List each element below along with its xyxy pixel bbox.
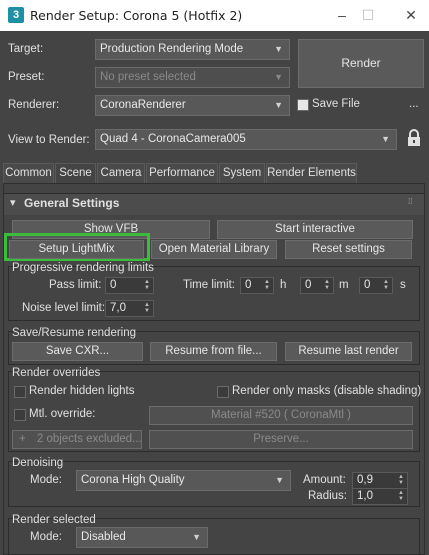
start-interactive-button[interactable]: Start interactive	[217, 220, 413, 239]
denoising-mode-value: Corona High Quality	[81, 474, 185, 486]
tab-camera[interactable]: Camera	[97, 163, 145, 183]
preserve-button[interactable]: Preserve...	[149, 430, 413, 449]
noise-limit-label: Noise level limit:	[22, 302, 106, 314]
render-overrides-title: Render overrides	[12, 367, 101, 379]
tab-render-elements[interactable]: Render Elements	[266, 163, 357, 183]
preset-value: No preset selected	[100, 71, 196, 83]
chevron-down-icon: ▼	[381, 134, 390, 144]
spinner-arrows-icon[interactable]: ▲ ▼	[144, 302, 150, 314]
preset-dropdown[interactable]: No preset selected ▼	[95, 67, 290, 88]
radius-spinner[interactable]: 1,0 ▲ ▼	[352, 488, 408, 505]
render-selected-title: Render selected	[12, 514, 96, 526]
hours-value: 0	[245, 279, 252, 291]
progressive-limits-title: Progressive rendering limits	[12, 262, 154, 274]
render-selected-mode-dropdown[interactable]: Disabled ▼	[76, 527, 208, 548]
chevron-down-icon: ▼	[274, 44, 283, 54]
tab-common[interactable]: Common	[3, 163, 54, 183]
target-label: Target:	[8, 43, 44, 55]
chevron-down-icon: ▼	[192, 532, 201, 542]
minutes-unit: m	[339, 279, 349, 291]
renderer-dropdown[interactable]: CoronaRenderer ▼	[95, 95, 290, 116]
close-button[interactable]: ✕	[399, 4, 423, 26]
denoising-title: Denoising	[12, 457, 64, 469]
render-selected-mode-label: Mode:	[30, 531, 62, 543]
render-button[interactable]: Render	[298, 39, 424, 88]
spinner-arrows-icon[interactable]: ▲ ▼	[398, 474, 404, 486]
excluded-objects-label: 2 objects excluded...	[36, 433, 142, 445]
denoising-mode-dropdown[interactable]: Corona High Quality ▼	[76, 470, 291, 491]
resume-last-render-button[interactable]: Resume last render	[285, 342, 412, 361]
drag-handle-icon[interactable]: ⁞⁞	[408, 197, 412, 206]
denoising-mode-label: Mode:	[30, 474, 62, 486]
render-selected-mode-value: Disabled	[81, 531, 126, 543]
minutes-spinner[interactable]: 0 ▲ ▼	[300, 277, 334, 294]
tab-performance[interactable]: Performance	[146, 163, 218, 183]
minutes-value: 0	[305, 279, 312, 291]
seconds-unit: s	[400, 279, 406, 291]
open-material-library-button[interactable]: Open Material Library	[151, 240, 277, 259]
render-only-masks-label: Render only masks (disable shading)	[232, 385, 422, 397]
target-value: Production Rendering Mode	[100, 43, 244, 55]
excluded-objects-button[interactable]: + 2 objects excluded...	[12, 430, 142, 449]
reset-settings-button[interactable]: Reset settings	[285, 240, 412, 259]
renderer-value: CoronaRenderer	[100, 99, 186, 111]
noise-limit-value: 7,0	[110, 302, 126, 314]
hours-spinner[interactable]: 0 ▲ ▼	[240, 277, 274, 294]
more-button[interactable]: ...	[409, 98, 419, 110]
tab-scene[interactable]: Scene	[55, 163, 96, 183]
maximize-button[interactable]: ☐	[356, 4, 380, 26]
window-title: Render Setup: Corona 5 (Hotfix 2)	[30, 8, 243, 23]
mtl-override-label: Mtl. override:	[29, 408, 96, 420]
spinner-arrows-icon[interactable]: ▲ ▼	[264, 279, 270, 291]
chevron-down-icon: ▼	[274, 100, 283, 110]
seconds-value: 0	[364, 279, 371, 291]
spinner-arrows-icon[interactable]: ▲ ▼	[324, 279, 330, 291]
noise-limit-spinner[interactable]: 7,0 ▲ ▼	[105, 300, 154, 317]
save-resume-title: Save/Resume rendering	[12, 327, 137, 339]
3dsmax-app-icon: 3	[8, 7, 24, 23]
view-to-render-dropdown[interactable]: Quad 4 - CoronaCamera005 ▼	[95, 129, 397, 150]
minimize-button[interactable]: –	[330, 4, 354, 26]
spinner-arrows-icon[interactable]: ▲ ▼	[383, 279, 389, 291]
target-dropdown[interactable]: Production Rendering Mode ▼	[95, 39, 290, 60]
preset-label: Preset:	[8, 71, 45, 83]
view-value: Quad 4 - CoronaCamera005	[100, 133, 246, 145]
amount-value: 0,9	[357, 474, 373, 486]
save-file-label: Save File	[312, 98, 360, 110]
render-only-masks-checkbox[interactable]	[217, 386, 229, 398]
pass-limit-spinner[interactable]: 0 ▲ ▼	[105, 277, 154, 294]
render-hidden-lights-checkbox[interactable]	[14, 386, 26, 398]
collapse-icon[interactable]: ▾	[10, 196, 16, 209]
plus-icon: +	[19, 433, 26, 445]
pass-limit-value: 0	[110, 279, 117, 291]
view-to-render-label: View to Render:	[8, 134, 90, 146]
pass-limit-label: Pass limit:	[49, 279, 102, 291]
resume-from-file-button[interactable]: Resume from file...	[150, 342, 277, 361]
renderer-label: Renderer:	[8, 99, 60, 111]
tab-system[interactable]: System	[219, 163, 265, 183]
mtl-override-checkbox[interactable]	[14, 409, 26, 421]
hours-unit: h	[280, 279, 287, 291]
spinner-arrows-icon[interactable]: ▲ ▼	[398, 490, 404, 502]
override-material-button[interactable]: Material #520 ( CoronaMtl )	[149, 406, 413, 425]
save-file-checkbox[interactable]	[297, 99, 309, 111]
amount-label: Amount:	[303, 474, 346, 486]
amount-spinner[interactable]: 0,9 ▲ ▼	[352, 472, 408, 489]
general-settings-title: General Settings	[24, 196, 120, 210]
radius-value: 1,0	[357, 490, 373, 502]
radius-label: Radius:	[308, 490, 347, 502]
chevron-down-icon: ▼	[274, 72, 283, 82]
spinner-arrows-icon[interactable]: ▲ ▼	[144, 279, 150, 291]
lock-icon[interactable]	[407, 129, 421, 147]
time-limit-label: Time limit:	[183, 279, 235, 291]
setup-lightmix-button[interactable]: Setup LightMix	[9, 240, 144, 259]
render-hidden-lights-label: Render hidden lights	[29, 385, 135, 397]
chevron-down-icon: ▼	[275, 475, 284, 485]
save-cxr-button[interactable]: Save CXR...	[12, 342, 143, 361]
seconds-spinner[interactable]: 0 ▲ ▼	[359, 277, 393, 294]
